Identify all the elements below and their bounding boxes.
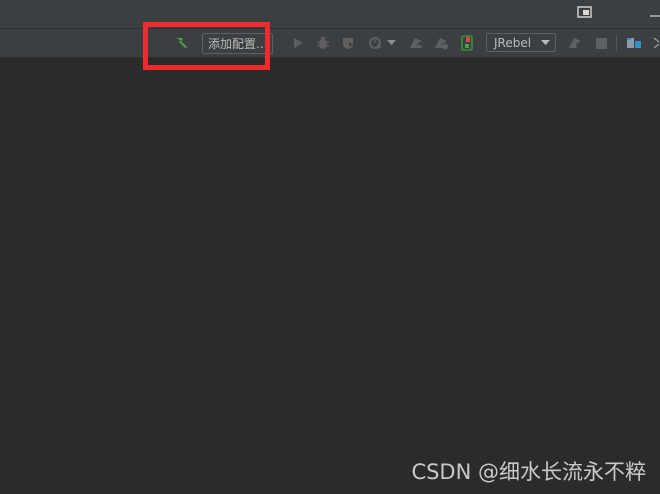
stop-button[interactable] <box>592 29 610 57</box>
window-restore-icon[interactable] <box>577 5 593 19</box>
project-structure-icon <box>627 38 641 48</box>
run-button[interactable] <box>289 29 307 57</box>
jrebel-update-icon <box>569 38 581 48</box>
more-button[interactable] <box>649 29 660 57</box>
editor-area <box>0 58 660 494</box>
add-configuration-label: 添加配置... <box>208 37 268 51</box>
dropdown-icon[interactable] <box>387 40 396 46</box>
build-hammer-icon <box>176 38 187 49</box>
coverage-button[interactable] <box>339 29 357 57</box>
jrebel-update-button[interactable] <box>566 29 584 57</box>
coverage-icon <box>343 38 353 49</box>
watermark: CSDN @细水长流永不粹 <box>411 460 646 484</box>
profile-icon <box>369 37 382 49</box>
device-button[interactable] <box>458 29 476 57</box>
debug-icon <box>317 36 329 49</box>
add-configuration-button[interactable]: 添加配置... <box>202 33 274 54</box>
profile-button[interactable] <box>365 29 399 57</box>
jrebel-dropdown[interactable]: JRebel <box>486 33 556 52</box>
debug-button[interactable] <box>314 29 332 57</box>
minimize-icon[interactable] <box>648 4 660 18</box>
toolbar-separator <box>616 35 617 51</box>
chevron-down-icon <box>541 40 550 45</box>
build-button[interactable] <box>172 29 192 57</box>
jrebel-run-icon <box>410 38 423 49</box>
jrebel-run-button[interactable] <box>407 29 425 57</box>
project-structure-button[interactable] <box>624 29 644 57</box>
title-bar <box>0 0 660 29</box>
jrebel-label: JRebel <box>494 35 532 50</box>
more-icon <box>653 37 659 49</box>
main-toolbar: 添加配置... JRebel <box>0 29 660 58</box>
device-icon <box>461 35 473 51</box>
run-icon <box>294 38 303 48</box>
jrebel-debug-button[interactable] <box>432 29 450 57</box>
stop-icon <box>595 37 607 49</box>
jrebel-debug-icon <box>435 38 448 50</box>
